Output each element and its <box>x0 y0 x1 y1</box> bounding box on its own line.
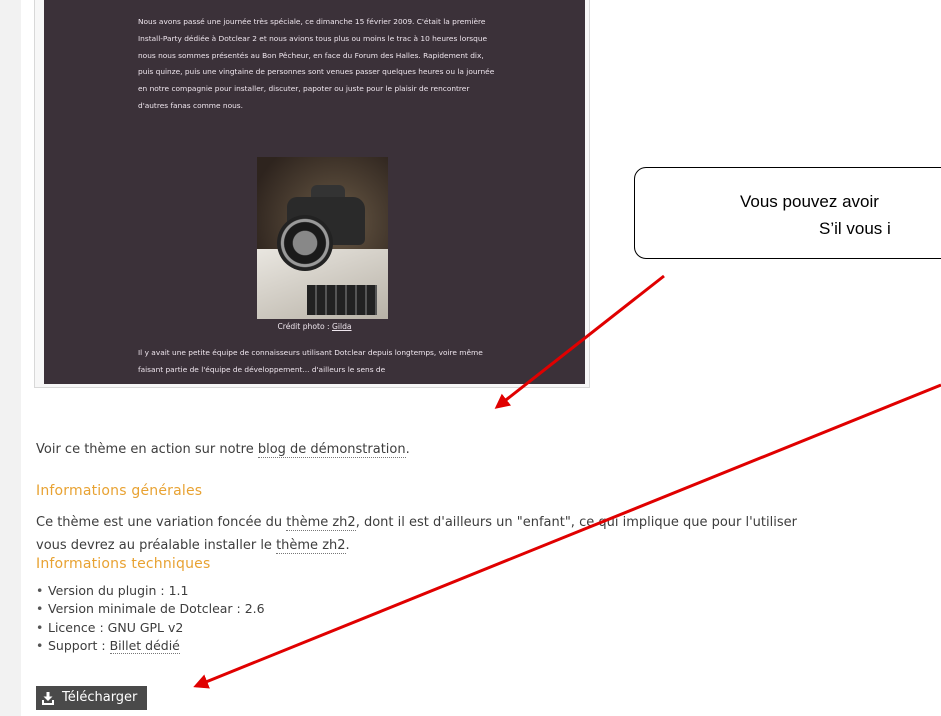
item-label: Version minimale de Dotclear : <box>48 601 245 617</box>
general-info-line-1: Ce thème est une variation foncée du thè… <box>36 511 797 534</box>
zh2-theme-link[interactable]: thème zh2 <box>286 515 356 531</box>
technical-info-title: Informations techniques <box>36 556 211 572</box>
theme-preview-screenshot: Nous avons passé une journée très spécia… <box>44 0 585 384</box>
list-item: Licence : GNU GPL v2 <box>36 619 265 637</box>
download-button[interactable]: Télécharger <box>36 686 148 710</box>
item-value: 2.6 <box>244 601 265 617</box>
support-post-link[interactable]: Billet dédié <box>109 638 180 655</box>
photo-caption: Crédit photo : Gilda <box>44 322 585 331</box>
item-value: GNU GPL v2 <box>107 619 184 635</box>
callout-line-2: S’il vous i <box>819 219 891 238</box>
item-label: Licence : <box>48 619 108 635</box>
technical-info-list: Version du plugin : 1.1 Version minimale… <box>36 582 265 656</box>
camera-lens-shape <box>277 215 333 271</box>
preview-paragraph: Nous avons passé une journée très spécia… <box>138 17 495 110</box>
camera-photo <box>257 157 388 319</box>
general-text: . <box>345 538 350 553</box>
list-item: Version minimale de Dotclear : 2.6 <box>36 600 265 618</box>
caption-link[interactable]: Gilda <box>332 322 352 331</box>
general-info-line-2: vous devrez au préalable installer le th… <box>36 534 350 557</box>
item-value: 1.1 <box>168 583 189 598</box>
list-item: Support : Billet dédié <box>36 637 265 655</box>
download-label: Télécharger <box>62 690 138 705</box>
caption-text: Crédit photo : <box>277 322 332 331</box>
demo-blog-link[interactable]: blog de démonstration <box>257 442 406 458</box>
annotation-callout: Vous pouvez avoir S’il vous i <box>634 167 941 259</box>
general-text: , dont il est d'ailleurs un "enfant", ce… <box>355 515 797 530</box>
general-text: vous devrez au préalable installer le <box>36 538 277 553</box>
preview-paragraph-2: Il y avait une petite équipe de connaiss… <box>138 348 483 374</box>
demo-text: Voir ce thème en action sur notre <box>36 442 258 457</box>
item-label: Version du plugin : <box>48 583 169 598</box>
demo-suffix: . <box>405 442 410 457</box>
general-info-title: Informations générales <box>36 483 203 499</box>
demo-line: Voir ce thème en action sur notre blog d… <box>36 438 410 461</box>
callout-line-1: Vous pouvez avoir <box>740 192 879 211</box>
keyboard-shape <box>307 285 377 315</box>
zh2-theme-link-2[interactable]: thème zh2 <box>276 538 346 554</box>
general-text: Ce thème est une variation foncée du <box>36 515 287 530</box>
download-icon <box>42 691 54 705</box>
item-label: Support : <box>48 638 110 654</box>
list-item: Version du plugin : 1.1 <box>36 582 265 600</box>
